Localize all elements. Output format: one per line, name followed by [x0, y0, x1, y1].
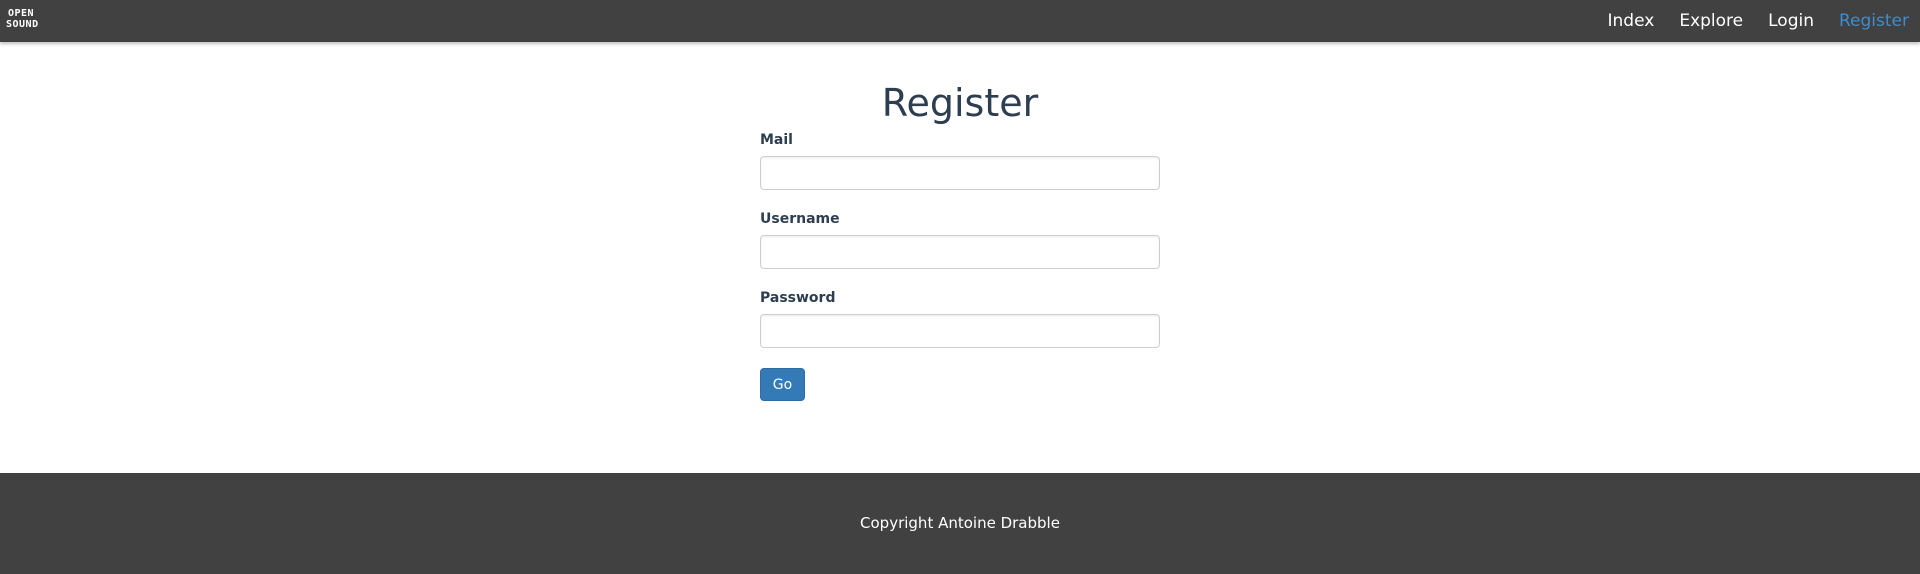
main-content: Register Mail Username Password Go — [0, 42, 1920, 473]
nav-link-login[interactable]: Login — [1768, 11, 1814, 31]
go-button[interactable]: Go — [760, 368, 805, 401]
nav-link-explore[interactable]: Explore — [1679, 11, 1743, 31]
logo-text-line1: OPEN — [8, 8, 35, 19]
nav-link-register[interactable]: Register — [1839, 11, 1909, 31]
register-form: Mail Username Password Go — [760, 132, 1160, 401]
page-title: Register — [881, 81, 1039, 125]
open-sound-logo[interactable]: OPEN SOUND — [6, 8, 46, 34]
password-label: Password — [760, 290, 836, 306]
navbar: OPEN SOUND Index Explore Login Register — [0, 0, 1920, 42]
password-input[interactable] — [760, 314, 1160, 348]
nav-link-index[interactable]: Index — [1608, 11, 1655, 31]
mail-input[interactable] — [760, 156, 1160, 190]
logo-text-line2: SOUND — [6, 19, 39, 30]
username-input[interactable] — [760, 235, 1160, 269]
mail-label: Mail — [760, 132, 793, 148]
copyright-text: Copyright Antoine Drabble — [860, 514, 1060, 532]
username-label: Username — [760, 211, 840, 227]
footer: Copyright Antoine Drabble — [0, 473, 1920, 574]
nav-links: Index Explore Login Register — [1583, 0, 1909, 42]
